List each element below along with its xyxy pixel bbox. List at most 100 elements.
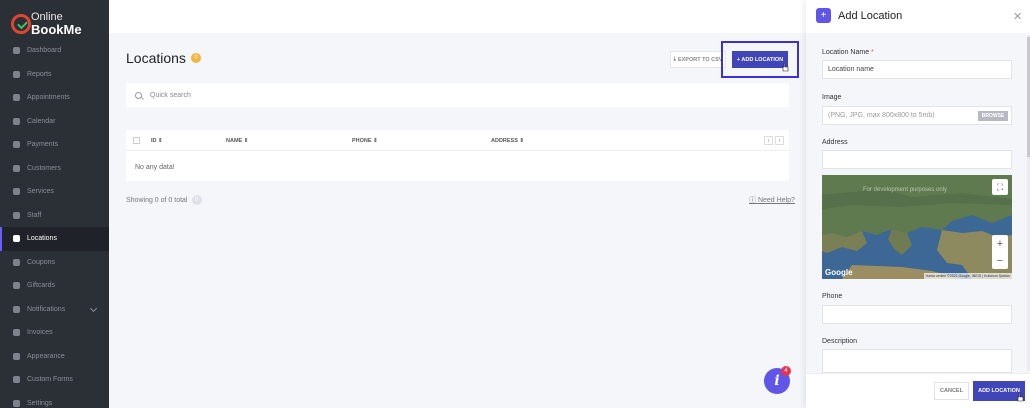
sidebar-item-label: Locations — [27, 235, 57, 243]
gift-icon — [13, 282, 20, 290]
clock-icon — [13, 94, 20, 102]
location-arrow-icon — [13, 235, 20, 243]
showing-summary: Showing 0 of 0 total 0 — [126, 195, 202, 205]
sidebar-item-label: Reports — [27, 70, 52, 78]
hand-cursor-icon — [1017, 392, 1024, 402]
panel-title: Add Location — [838, 10, 903, 22]
table-header: ID ⇕ NAME ⇕ PHONE ⇕ ADDRESS ⇕ ‹ › — [126, 130, 789, 151]
zoom-in-button[interactable]: + — [992, 235, 1008, 252]
add-location-panel: + Add Location ✕ Location Name * Locatio… — [806, 0, 1030, 408]
sidebar-nav: Dashboard Reports Appointments Calendar … — [0, 39, 109, 408]
column-address-label: ADDRESS — [491, 138, 518, 144]
description-field[interactable] — [822, 349, 1012, 373]
column-name-label: NAME — [226, 138, 243, 144]
pen-icon — [13, 376, 20, 384]
phone-field[interactable] — [822, 305, 1012, 324]
address-label: Address — [822, 139, 848, 146]
sidebar-item-notifications[interactable]: Notifications — [0, 298, 109, 322]
sidebar-item-label: Appointments — [27, 94, 70, 102]
sidebar-item-label: Settings — [27, 399, 53, 407]
sidebar-item-reports[interactable]: Reports — [0, 63, 109, 87]
chevron-down-icon — [89, 304, 98, 312]
fab-badge: 4 — [781, 366, 791, 376]
hand-cursor-icon — [782, 62, 789, 72]
image-label: Image — [822, 94, 842, 101]
sidebar-item-locations[interactable]: Locations — [0, 227, 109, 251]
count-badge: 0 — [190, 53, 201, 63]
question-icon: ⓘ — [749, 197, 756, 204]
map-dev-text: For development purposes only — [863, 187, 948, 193]
panel-header: + Add Location ✕ — [806, 0, 1030, 33]
file-icon — [13, 329, 20, 337]
location-name-label-text: Location Name — [822, 49, 870, 56]
column-address[interactable]: ADDRESS ⇕ — [491, 138, 524, 144]
search-input[interactable]: Quick search — [150, 92, 191, 99]
users-icon — [13, 164, 20, 172]
cancel-button[interactable]: CANCEL — [934, 382, 969, 400]
column-id-label: ID — [151, 138, 157, 144]
column-phone[interactable]: PHONE ⇕ — [352, 138, 378, 144]
locations-table: ID ⇕ NAME ⇕ PHONE ⇕ ADDRESS ⇕ ‹ › No any… — [126, 130, 789, 181]
sidebar-item-calendar[interactable]: Calendar — [0, 110, 109, 134]
location-name-field[interactable]: Location name — [822, 60, 1012, 79]
select-all-checkbox[interactable] — [133, 137, 140, 144]
column-phone-label: PHONE — [352, 138, 372, 144]
sidebar-item-appointments[interactable]: Appointments — [0, 86, 109, 110]
required-mark: * — [871, 49, 874, 56]
address-field[interactable] — [822, 150, 1012, 169]
column-name[interactable]: NAME ⇕ — [226, 138, 248, 144]
tag-icon — [13, 258, 20, 266]
logo-line2: BookMe — [31, 22, 82, 37]
sidebar-item-appearance[interactable]: Appearance — [0, 345, 109, 369]
sidebar-item-label: Payments — [27, 141, 59, 149]
sidebar-item-staff[interactable]: Staff — [0, 204, 109, 228]
sidebar-item-label: Invoices — [27, 329, 53, 337]
zoom-out-button[interactable]: − — [992, 252, 1008, 269]
sidebar-item-custom-forms[interactable]: Custom Forms — [0, 368, 109, 392]
prev-page-button[interactable]: ‹ — [764, 136, 773, 145]
logo[interactable]: Online BookMe — [8, 8, 103, 37]
sidebar-item-label: Dashboard — [27, 47, 62, 55]
sidebar-item-label: Appearance — [27, 352, 65, 360]
main-content: Locations 0 ⤓ EXPORT TO CSV + ADD LOCATI… — [109, 0, 806, 408]
sidebar-item-giftcards[interactable]: Giftcards — [0, 274, 109, 298]
map-attribution[interactable]: Harita verileri ©2021 Google, INEGI | Ku… — [923, 273, 1012, 279]
sidebar-item-customers[interactable]: Customers — [0, 157, 109, 181]
fullscreen-icon[interactable]: ⛶ — [992, 179, 1008, 195]
sidebar-item-dashboard[interactable]: Dashboard — [0, 39, 109, 63]
close-icon[interactable]: ✕ — [1013, 10, 1022, 23]
sidebar-item-services[interactable]: Services — [0, 180, 109, 204]
need-help-link[interactable]: ⓘ Need Help? — [749, 195, 795, 205]
sidebar-item-label: Calendar — [27, 117, 56, 125]
map-zoom-control: + − — [992, 235, 1008, 269]
sidebar-item-label: Coupons — [27, 258, 56, 266]
sidebar: Online BookMe Dashboard Reports Appointm… — [0, 0, 109, 408]
sidebar-item-label: Notifications — [27, 305, 66, 313]
sidebar-item-label: Services — [27, 188, 54, 196]
user-icon — [13, 211, 20, 219]
add-location-button[interactable]: + ADD LOCATION — [732, 51, 788, 68]
location-name-label: Location Name * — [822, 49, 874, 56]
download-icon: ⤓ — [673, 56, 676, 62]
top-bar — [109, 0, 806, 33]
gear-icon — [13, 399, 20, 407]
next-page-button[interactable]: › — [775, 136, 784, 145]
sidebar-item-invoices[interactable]: Invoices — [0, 321, 109, 345]
sidebar-item-coupons[interactable]: Coupons — [0, 251, 109, 275]
chart-icon — [13, 70, 20, 78]
sidebar-item-payments[interactable]: Payments — [0, 133, 109, 157]
sidebar-item-label: Customers — [27, 164, 61, 172]
brush-icon — [13, 352, 20, 360]
showing-badge: 0 — [191, 195, 202, 205]
page-title-text: Locations — [126, 50, 186, 66]
sidebar-item-settings[interactable]: Settings — [0, 392, 109, 408]
column-id[interactable]: ID ⇕ — [151, 138, 163, 144]
export-csv-button[interactable]: ⤓ EXPORT TO CSV — [670, 51, 726, 68]
browse-button[interactable]: BROWSE — [978, 111, 1008, 121]
address-map[interactable]: For development purposes only ⛶ + − Goog… — [822, 175, 1012, 279]
phone-label: Phone — [822, 293, 843, 300]
page-title: Locations 0 — [126, 50, 201, 66]
image-field[interactable]: (PNG, JPG, max 800x800 to 5mb) BROWSE — [822, 106, 1012, 125]
sidebar-item-label: Giftcards — [27, 282, 56, 290]
search-bar[interactable]: Quick search — [126, 83, 789, 107]
